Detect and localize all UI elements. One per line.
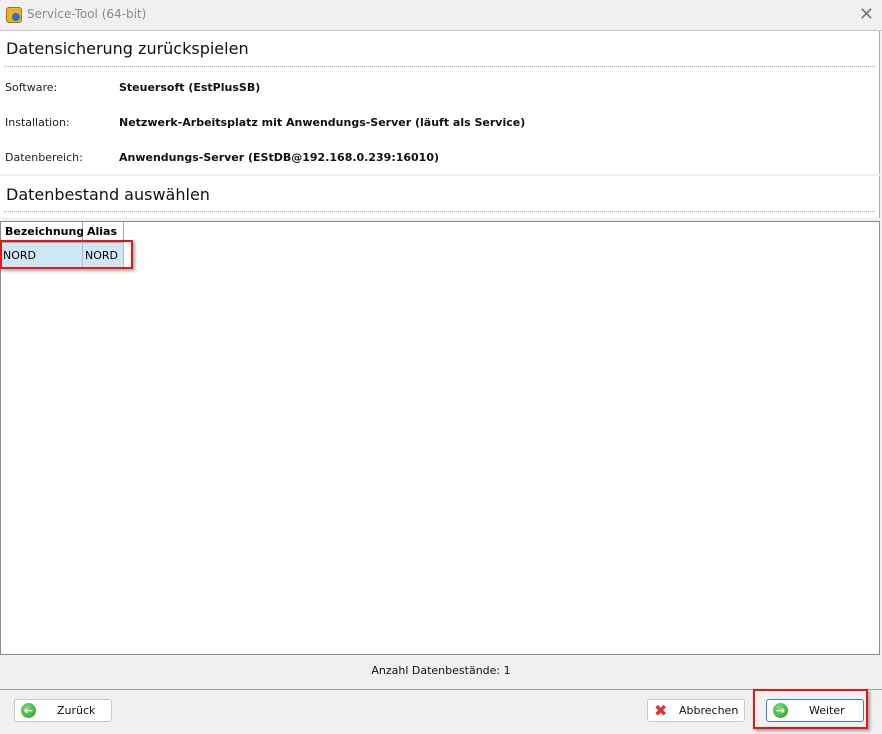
installation-label: Installation: [5, 116, 70, 129]
installation-value: Netzwerk-Arbeitsplatz mit Anwendungs-Ser… [119, 116, 525, 129]
data-grid[interactable]: Bezeichnung Alias NORD NORD [0, 221, 880, 655]
page-title: Datensicherung zurückspielen [6, 39, 249, 58]
datenbereich-value: Anwendungs-Server (EStDB@192.168.0.239:1… [119, 151, 439, 164]
highlight-box [0, 240, 133, 269]
backup-info-panel: Datensicherung zurückspielen Software: S… [0, 31, 880, 174]
arrow-left-icon: ← [21, 703, 36, 718]
close-icon[interactable]: ✕ [859, 4, 874, 25]
divider [4, 66, 875, 67]
highlight-box [753, 689, 868, 729]
datenbereich-label: Datenbereich: [5, 151, 83, 164]
app-icon [6, 7, 22, 23]
record-count: Anzahl Datenbestände: 1 [0, 664, 882, 677]
section-title: Datenbestand auswählen [6, 185, 210, 204]
divider [0, 689, 882, 690]
cancel-button[interactable]: ✖ Abbrechen [647, 699, 745, 722]
back-button[interactable]: ← Zurück [14, 699, 112, 722]
software-label: Software: [5, 81, 57, 94]
divider [4, 211, 875, 212]
title-bar: Service-Tool (64-bit) ✕ [0, 0, 882, 31]
select-section-header: Datenbestand auswählen [0, 176, 880, 218]
close-icon: ✖ [654, 701, 667, 720]
software-value: Steuersoft (EstPlusSB) [119, 81, 260, 94]
window-title: Service-Tool (64-bit) [27, 7, 146, 21]
